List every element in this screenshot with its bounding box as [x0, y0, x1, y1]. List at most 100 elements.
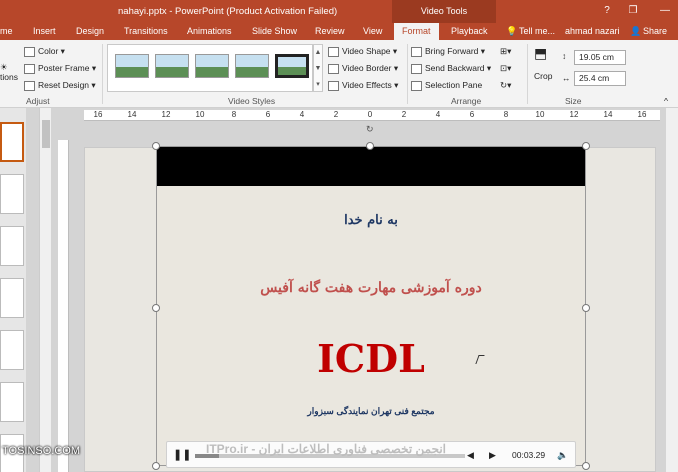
corrections-button[interactable]: tions — [0, 70, 18, 84]
collapse-ribbon-icon[interactable]: ^ — [664, 94, 668, 108]
ruler-label: 16 — [637, 110, 647, 119]
resize-handle[interactable] — [582, 462, 590, 470]
group-separator — [102, 44, 103, 104]
send-backward-button[interactable]: Send Backward ▾ — [411, 61, 491, 75]
resize-handle[interactable] — [582, 304, 590, 312]
width-icon: ↔ — [562, 73, 571, 83]
video-time: 00:03.29 — [512, 450, 546, 460]
color-button[interactable]: Color ▾ — [24, 44, 65, 58]
rewind-button[interactable]: ◀ — [467, 449, 474, 462]
window-title: nahayi.pptx - PowerPoint (Product Activa… — [118, 6, 338, 17]
rotate-icon[interactable]: ↻▾ — [500, 78, 511, 92]
slide-thumbnail[interactable] — [0, 174, 24, 214]
video-black-bar — [157, 147, 585, 186]
ruler-label: 14 — [603, 110, 613, 119]
resize-handle[interactable] — [152, 304, 160, 312]
tab-design[interactable]: Design — [76, 23, 104, 40]
watermark-tosinso: TOSINSO.COM — [2, 445, 81, 457]
slide-thumbnail[interactable] — [0, 330, 24, 370]
restore-ribbon-icon[interactable]: ❐ — [620, 2, 646, 20]
color-label: Color — [38, 46, 59, 56]
scrollbar-thumb[interactable] — [42, 120, 50, 148]
ruler-label: 8 — [503, 110, 509, 119]
tab-home[interactable]: me — [0, 23, 13, 40]
ruler-label: 16 — [93, 110, 103, 119]
user-name[interactable]: ahmad nazari — [565, 23, 620, 40]
video-object[interactable] — [156, 146, 586, 466]
video-shape-button[interactable]: Video Shape ▾ — [328, 44, 397, 58]
slide-thumbnail[interactable] — [0, 382, 24, 422]
forward-button[interactable]: ▶ — [489, 449, 496, 462]
slide-text-course: دوره آموزشی مهارت هفت گانه آفیس — [260, 280, 482, 296]
video-style-thumb[interactable] — [155, 54, 189, 78]
video-style-thumb[interactable] — [235, 54, 269, 78]
video-shape-label: Video Shape — [342, 46, 391, 56]
video-border-button[interactable]: Video Border ▾ — [328, 61, 398, 75]
video-effects-icon — [328, 80, 339, 91]
video-tools-context-label: Video Tools — [392, 0, 496, 23]
align-icon[interactable]: ⊞▾ — [500, 44, 511, 58]
resize-handle[interactable] — [152, 142, 160, 150]
bring-forward-label: Bring Forward — [425, 46, 479, 56]
tab-slide-show[interactable]: Slide Show — [252, 23, 297, 40]
pause-button[interactable]: ❚❚ — [173, 449, 191, 462]
gallery-scroll[interactable]: ▲ ▼ ▾ — [313, 44, 323, 92]
resize-handle[interactable] — [152, 462, 160, 470]
tab-view[interactable]: View — [363, 23, 382, 40]
tell-me-box[interactable]: Tell me... — [519, 23, 555, 40]
slide-thumbnail[interactable] — [0, 122, 24, 162]
send-backward-icon — [411, 63, 422, 74]
selection-pane-label: Selection Pane — [425, 80, 483, 90]
ruler-label: 6 — [469, 110, 475, 119]
help-button[interactable]: ? — [594, 2, 620, 20]
group-icon[interactable]: ⊡▾ — [500, 61, 511, 75]
slide-thumbnail[interactable] — [0, 278, 24, 318]
video-style-thumb-selected[interactable] — [275, 54, 309, 78]
video-border-label: Video Border — [342, 63, 392, 73]
resize-handle[interactable] — [366, 142, 374, 150]
video-shape-icon — [328, 46, 339, 57]
editor-scrollbar[interactable] — [666, 108, 678, 472]
send-backward-label: Send Backward — [425, 63, 485, 73]
video-effects-label: Video Effects — [342, 80, 392, 90]
video-style-thumb[interactable] — [195, 54, 229, 78]
bring-forward-button[interactable]: Bring Forward ▾ — [411, 44, 485, 58]
tab-format[interactable]: Format — [394, 23, 439, 40]
adjust-group-label: Adjust — [26, 96, 50, 106]
reset-design-button[interactable]: Reset Design ▾ — [24, 78, 96, 92]
height-field[interactable]: 19.05 cm — [574, 50, 626, 65]
height-icon: ↕ — [562, 51, 567, 61]
tab-review[interactable]: Review — [315, 23, 345, 40]
poster-frame-label: Poster Frame — [38, 63, 90, 73]
powerpoint-window: { "window": { "title": "nahayi.pptx - Po… — [0, 0, 678, 472]
group-separator — [527, 44, 528, 104]
tab-insert[interactable]: Insert — [33, 23, 56, 40]
size-group-label: Size — [565, 96, 582, 106]
share-button[interactable]: Share — [643, 23, 667, 40]
ruler-label: 12 — [161, 110, 171, 119]
width-field[interactable]: 25.4 cm — [574, 71, 626, 86]
ribbon-tabs: me Insert Design Transitions Animations … — [0, 23, 678, 40]
selection-pane-button[interactable]: Selection Pane — [411, 78, 482, 92]
color-icon — [24, 46, 35, 57]
minimize-button[interactable]: — — [652, 2, 678, 20]
video-effects-button[interactable]: Video Effects ▾ — [328, 78, 398, 92]
thumbnail-scrollbar[interactable] — [39, 108, 51, 472]
tab-transitions[interactable]: Transitions — [124, 23, 168, 40]
selection-pane-icon — [411, 80, 422, 91]
tab-animations[interactable]: Animations — [187, 23, 232, 40]
slide-thumbnail[interactable] — [0, 226, 24, 266]
poster-frame-button[interactable]: Poster Frame ▾ — [24, 61, 96, 75]
reset-design-icon — [24, 80, 35, 91]
title-bar: nahayi.pptx - PowerPoint (Product Activa… — [0, 0, 678, 23]
ruler-label: 14 — [127, 110, 137, 119]
resize-handle[interactable] — [582, 142, 590, 150]
video-style-thumb[interactable] — [115, 54, 149, 78]
vertical-ruler — [58, 140, 69, 472]
crop-button[interactable]: Crop — [534, 69, 552, 83]
ruler-label: 8 — [231, 110, 237, 119]
rotate-handle-icon[interactable]: ↻ — [366, 125, 375, 134]
crop-icon[interactable]: ⬒ — [534, 46, 547, 60]
tab-playback[interactable]: Playback — [451, 23, 488, 40]
volume-icon[interactable]: 🔈 — [557, 449, 568, 462]
